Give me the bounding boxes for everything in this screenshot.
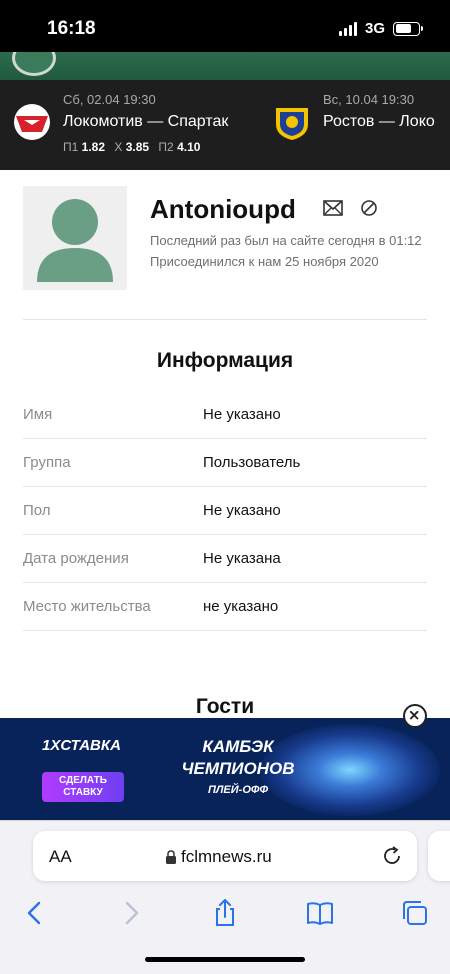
user-placeholder-icon bbox=[37, 199, 113, 282]
info-row: Имя Не указано bbox=[23, 391, 427, 439]
info-row: Пол Не указано bbox=[23, 487, 427, 535]
match-date: Сб, 02.04 19:30 bbox=[63, 92, 156, 107]
match-teams: Ростов — Локо bbox=[323, 113, 435, 130]
profile-meta: Последний раз был на сайте сегодня в 01:… bbox=[150, 231, 430, 273]
status-time: 16:18 bbox=[47, 18, 96, 39]
mail-icon[interactable] bbox=[322, 197, 344, 219]
match-date: Вс, 10.04 19:30 bbox=[323, 92, 415, 107]
next-tab-preview[interactable] bbox=[428, 831, 450, 881]
match-odds: П1 1.82 Х 3.85 П2 4.10 bbox=[63, 140, 206, 154]
info-section-title: Информация bbox=[156, 349, 294, 372]
reader-aa-button[interactable]: AA bbox=[49, 847, 72, 867]
info-row: Место жительства не указано bbox=[23, 583, 427, 631]
network-type: 3G bbox=[364, 20, 385, 37]
battery-icon bbox=[393, 21, 423, 36]
reload-icon[interactable] bbox=[381, 845, 403, 867]
browser-chrome: AA fclmnews.ru bbox=[0, 820, 450, 974]
odds-label: П1 bbox=[63, 140, 79, 154]
guests-section-title: Гости bbox=[195, 695, 255, 718]
spartak-logo-icon bbox=[14, 104, 50, 140]
site-logo-icon[interactable] bbox=[12, 52, 56, 76]
profile-name: Antonioupd bbox=[150, 194, 296, 224]
ad-brand: 1XСТАВКА bbox=[42, 737, 121, 754]
info-label: Группа bbox=[23, 454, 71, 471]
back-icon[interactable] bbox=[20, 898, 50, 928]
match-card[interactable]: Сб, 02.04 19:30 Локомотив — Спартак П1 1… bbox=[10, 80, 265, 170]
info-value: не указано bbox=[203, 598, 279, 615]
ad-title: КАМБЭК ЧЕМПИОНОВ bbox=[181, 737, 295, 778]
home-indicator bbox=[145, 957, 305, 962]
signal-icon bbox=[338, 21, 357, 36]
info-label: Дата рождения bbox=[23, 550, 129, 567]
ad-banner[interactable]: 1XСТАВКА СДЕЛАТЬ СТАВКУ КАМБЭК ЧЕМПИОНОВ… bbox=[0, 718, 450, 820]
info-label: Место жительства bbox=[23, 598, 151, 615]
joined-text: Присоединился к нам 25 ноября 2020 bbox=[150, 254, 379, 269]
info-row: Дата рождения Не указана bbox=[23, 535, 427, 583]
url-bar[interactable]: AA fclmnews.ru bbox=[33, 831, 417, 881]
avatar bbox=[23, 186, 127, 290]
odds-value: 4.10 bbox=[177, 140, 201, 154]
odds-value: 3.85 bbox=[125, 140, 150, 154]
tabs-icon[interactable] bbox=[400, 898, 430, 928]
forward-icon[interactable] bbox=[116, 898, 146, 928]
odds-label: П2 bbox=[158, 140, 174, 154]
status-indicators: 3G bbox=[338, 20, 423, 37]
status-bar: 16:18 3G bbox=[0, 0, 450, 52]
info-value: Не указано bbox=[203, 406, 281, 423]
info-value: Пользователь bbox=[203, 454, 301, 471]
match-card[interactable]: Вс, 10.04 19:30 Ростов — Локо bbox=[270, 80, 450, 170]
close-icon[interactable] bbox=[403, 704, 427, 728]
info-row: Группа Пользователь bbox=[23, 439, 427, 487]
matches-bar: Сб, 02.04 19:30 Локомотив — Спартак П1 1… bbox=[0, 80, 450, 170]
lock-icon bbox=[166, 849, 176, 864]
block-icon[interactable] bbox=[358, 197, 380, 219]
info-label: Пол bbox=[23, 502, 51, 519]
bookmarks-icon[interactable] bbox=[305, 898, 335, 928]
share-icon[interactable] bbox=[210, 898, 240, 928]
match-teams: Локомотив — Спартак bbox=[63, 113, 229, 130]
rostov-logo-icon bbox=[276, 108, 308, 140]
info-value: Не указана bbox=[203, 550, 281, 567]
odds-value: 1.82 bbox=[81, 140, 106, 154]
last-seen-text: Последний раз был на сайте сегодня в 01:… bbox=[150, 233, 422, 248]
info-value: Не указано bbox=[203, 502, 281, 519]
url-display[interactable]: fclmnews.ru bbox=[165, 847, 272, 867]
site-header-strip bbox=[0, 52, 450, 80]
divider bbox=[23, 319, 427, 320]
ad-subtitle: ПЛЕЙ-ОФФ bbox=[207, 784, 269, 796]
info-label: Имя bbox=[23, 406, 53, 423]
ad-cta-button[interactable]: СДЕЛАТЬ СТАВКУ bbox=[42, 772, 124, 802]
odds-label: Х bbox=[114, 140, 123, 154]
url-text: fclmnews.ru bbox=[181, 847, 272, 866]
